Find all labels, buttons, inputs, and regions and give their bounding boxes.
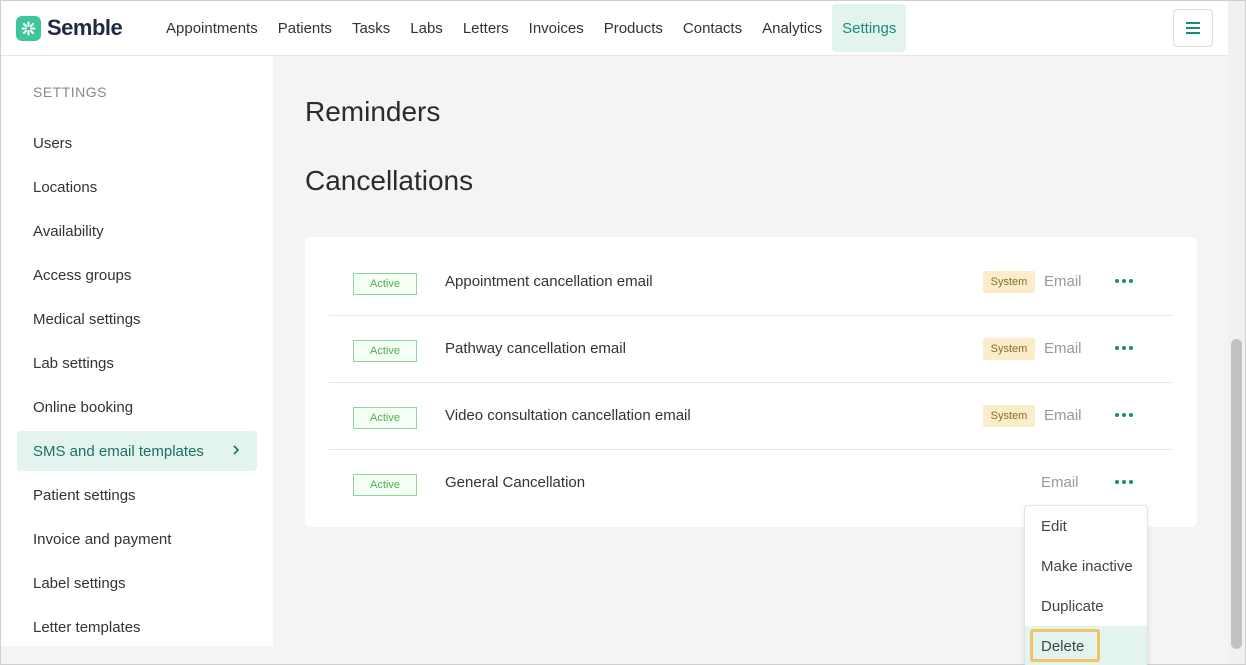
more-options-button[interactable]	[1113, 471, 1135, 493]
top-navbar: Semble Appointments Patients Tasks Labs …	[1, 1, 1229, 56]
sidebar-item-medical-settings[interactable]: Medical settings	[17, 299, 257, 339]
scrollbar-thumb[interactable]	[1231, 339, 1242, 649]
menu-item-delete[interactable]: Delete	[1025, 626, 1147, 665]
sidebar-item-letter-templates[interactable]: Letter templates	[17, 607, 257, 647]
menu-item-edit[interactable]: Edit	[1025, 506, 1147, 546]
sidebar-item-label-settings[interactable]: Label settings	[17, 563, 257, 603]
template-type: Email	[1044, 273, 1082, 290]
cancellations-heading: Cancellations	[305, 165, 474, 196]
template-type: Email	[1044, 407, 1082, 424]
sidebar-item-patient-settings[interactable]: Patient settings	[17, 475, 257, 515]
status-badge: Active	[353, 340, 417, 362]
nav-tasks[interactable]: Tasks	[342, 4, 400, 52]
template-title[interactable]: General Cancellation	[445, 474, 585, 491]
system-badge: System	[983, 405, 1035, 427]
sidebar-item-label: Invoice and payment	[33, 530, 172, 548]
main-nav: Appointments Patients Tasks Labs Letters…	[156, 1, 907, 56]
more-options-button[interactable]	[1113, 270, 1135, 292]
template-row[interactable]: Active Pathway cancellation email System…	[329, 316, 1173, 383]
menu-item-make-inactive[interactable]: Make inactive	[1025, 546, 1147, 586]
sidebar-item-label: Patient settings	[33, 486, 136, 504]
sidebar-item-label: Availability	[33, 222, 104, 240]
sidebar-item-access-groups[interactable]: Access groups	[17, 255, 257, 295]
semble-logo-icon	[16, 15, 41, 41]
template-row[interactable]: Active Video consultation cancellation e…	[329, 383, 1173, 450]
nav-products[interactable]: Products	[594, 4, 673, 52]
nav-appointments[interactable]: Appointments	[156, 4, 268, 52]
template-actions-menu: Edit Make inactive Duplicate Delete	[1024, 505, 1148, 665]
sidebar-item-label: Label settings	[33, 574, 126, 592]
status-badge: Active	[353, 474, 417, 496]
template-title[interactable]: Video consultation cancellation email	[445, 407, 691, 424]
nav-invoices[interactable]: Invoices	[519, 4, 594, 52]
template-title[interactable]: Pathway cancellation email	[445, 340, 626, 357]
settings-sidebar: SETTINGS Users Locations Availability Ac…	[1, 56, 273, 646]
page-scrollbar[interactable]	[1228, 1, 1245, 664]
cancellation-templates-card: Active Appointment cancellation email Sy…	[305, 237, 1197, 527]
more-horizontal-icon	[1115, 346, 1133, 350]
hamburger-menu-button[interactable]	[1173, 9, 1213, 47]
nav-contacts[interactable]: Contacts	[673, 4, 752, 52]
sidebar-item-invoice-payment[interactable]: Invoice and payment	[17, 519, 257, 559]
nav-patients[interactable]: Patients	[268, 4, 342, 52]
sidebar-item-label: Medical settings	[33, 310, 141, 328]
sidebar-item-label: Letter templates	[33, 618, 141, 636]
menu-item-duplicate[interactable]: Duplicate	[1025, 586, 1147, 626]
nav-analytics[interactable]: Analytics	[752, 4, 832, 52]
nav-labs[interactable]: Labs	[400, 4, 453, 52]
more-options-button[interactable]	[1113, 337, 1135, 359]
template-title[interactable]: Appointment cancellation email	[445, 273, 653, 290]
sidebar-item-label: Users	[33, 134, 73, 152]
more-horizontal-icon	[1115, 480, 1133, 484]
system-badge: System	[983, 271, 1035, 293]
more-options-button[interactable]	[1113, 404, 1135, 426]
highlight-box	[1030, 629, 1100, 662]
status-badge: Active	[353, 407, 417, 429]
sidebar-item-online-booking[interactable]: Online booking	[17, 387, 257, 427]
sidebar-item-label: Locations	[33, 178, 98, 196]
status-badge: Active	[353, 273, 417, 295]
sidebar-item-lab-settings[interactable]: Lab settings	[17, 343, 257, 383]
nav-settings[interactable]: Settings	[832, 4, 907, 52]
hamburger-icon	[1186, 22, 1200, 34]
chevron-right-icon	[233, 445, 240, 455]
template-type: Email	[1041, 474, 1079, 491]
template-row[interactable]: Active Appointment cancellation email Sy…	[329, 249, 1173, 316]
system-badge: System	[983, 338, 1035, 360]
sidebar-item-label: Lab settings	[33, 354, 114, 372]
more-horizontal-icon	[1115, 413, 1133, 417]
more-horizontal-icon	[1115, 279, 1133, 283]
sidebar-heading: SETTINGS	[33, 84, 108, 100]
brand-logo[interactable]: Semble	[16, 15, 156, 41]
sidebar-item-users[interactable]: Users	[17, 123, 257, 163]
sidebar-item-label: SMS and email templates	[33, 442, 204, 460]
sidebar-item-availability[interactable]: Availability	[17, 211, 257, 251]
sidebar-item-label: Online booking	[33, 398, 134, 416]
reminders-heading: Reminders	[305, 96, 441, 127]
sidebar-item-sms-email-templates[interactable]: SMS and email templates	[17, 431, 257, 471]
sidebar-item-label: Access groups	[33, 266, 132, 284]
nav-letters[interactable]: Letters	[453, 4, 519, 52]
sidebar-item-locations[interactable]: Locations	[17, 167, 257, 207]
template-type: Email	[1044, 340, 1082, 357]
brand-name: Semble	[47, 15, 123, 40]
